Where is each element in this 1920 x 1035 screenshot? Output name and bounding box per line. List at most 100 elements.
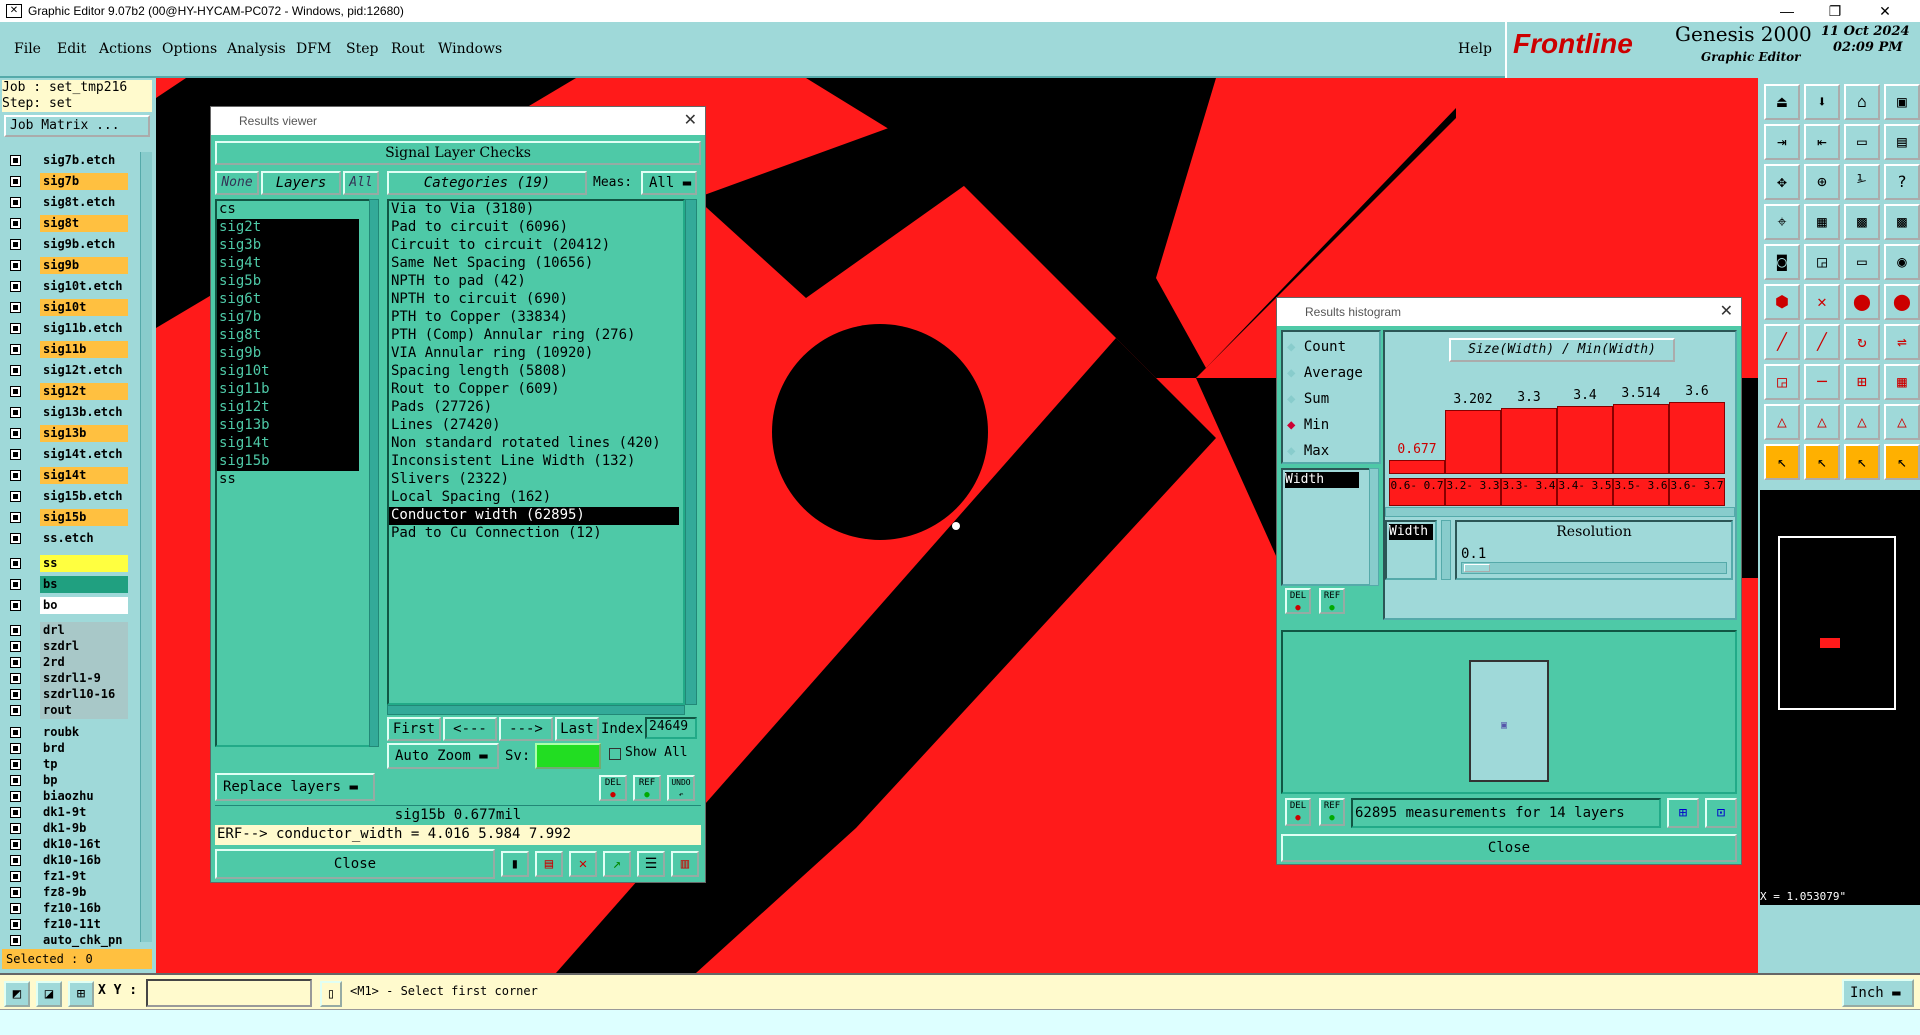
category-list-item[interactable]: Spacing length (5808) (389, 363, 679, 381)
layer-checkbox[interactable] (10, 302, 21, 313)
layer-checkbox[interactable] (10, 903, 21, 914)
preview-ref-button[interactable]: REF ● (1319, 798, 1345, 826)
layer-name[interactable]: bp (40, 772, 128, 789)
layer-row[interactable]: roubk (6, 724, 128, 741)
layer-row[interactable]: drl (6, 622, 128, 639)
layer-row[interactable]: sig8t.etch (6, 194, 128, 211)
layer-row[interactable]: dk1-9t (6, 804, 128, 821)
highlight-icon[interactable]: ▮ (501, 851, 529, 877)
layer-name[interactable]: dk10-16b (40, 852, 128, 869)
histogram-bar[interactable] (1501, 408, 1557, 474)
none-button[interactable]: None (215, 171, 259, 195)
layer-row[interactable]: auto_chk_pn (6, 932, 128, 949)
hist-ref-button[interactable]: REF ● (1319, 588, 1345, 614)
layer-checkbox[interactable] (10, 533, 21, 544)
category-list-item[interactable]: Non standard rotated lines (420) (389, 435, 679, 453)
histogram-bar[interactable] (1669, 402, 1725, 474)
layer-row[interactable]: dk10-16t (6, 836, 128, 853)
layer-list-scrollbar[interactable] (369, 199, 379, 747)
category-list-item[interactable]: PTH (Comp) Annular ring (276) (389, 327, 679, 345)
close-icon[interactable]: ✕ (1862, 0, 1908, 22)
layer-list-item[interactable]: sig15b (217, 453, 359, 471)
layer-row[interactable]: sig12t (6, 383, 128, 400)
tool-icon[interactable]: △ (1804, 404, 1840, 440)
category-list-item[interactable]: Inconsistent Line Width (132) (389, 453, 679, 471)
layer-checkbox[interactable] (10, 807, 21, 818)
layer-checkbox[interactable] (10, 727, 21, 738)
layer-name[interactable]: 2rd (40, 654, 128, 671)
tool-icon[interactable]: ◲ (1804, 244, 1840, 280)
tool-icon[interactable]: ▤ (1884, 124, 1920, 160)
layer-checkbox[interactable] (10, 887, 21, 898)
layer-name[interactable]: fz8-9b (40, 884, 128, 901)
layer-checkbox[interactable] (10, 512, 21, 523)
layer-row[interactable]: fz10-11t (6, 916, 128, 933)
bar-range-label[interactable]: 3.4- 3.5 (1557, 478, 1613, 506)
layer-checkbox[interactable] (10, 239, 21, 250)
layer-name[interactable]: sig11b (40, 341, 128, 358)
resolution-slider-thumb[interactable] (1464, 564, 1490, 572)
layer-row[interactable]: sig9b (6, 257, 128, 274)
layer-checkbox[interactable] (10, 449, 21, 460)
layer-name[interactable]: tp (40, 756, 128, 773)
layer-checkbox[interactable] (10, 705, 21, 716)
layer-name[interactable]: auto_chk_pn (40, 932, 128, 949)
layer-row[interactable]: tp (6, 756, 128, 773)
layer-row[interactable]: sig11b.etch (6, 320, 128, 337)
ref-button[interactable]: REF ● (633, 775, 661, 801)
resolution-slider[interactable] (1461, 562, 1727, 574)
tool-icon[interactable]: ⊞ (1844, 364, 1880, 400)
layer-checkbox[interactable] (10, 470, 21, 481)
layer-row[interactable]: sig10t (6, 299, 128, 316)
bar-range-label[interactable]: 0.6- 0.7 (1389, 478, 1445, 506)
category-list-item[interactable]: NPTH to circuit (690) (389, 291, 679, 309)
layer-name[interactable]: fz10-11t (40, 916, 128, 933)
tool-icon[interactable]: ⌖ (1764, 204, 1800, 240)
layer-checkbox[interactable] (10, 386, 21, 397)
layer-name[interactable]: sig10t (40, 299, 128, 316)
layer-row[interactable]: sig15b (6, 509, 128, 526)
layer-name[interactable]: sig8t.etch (40, 194, 128, 211)
histogram-bar[interactable] (1557, 406, 1613, 474)
tool-icon[interactable]: ⏏ (1764, 84, 1800, 120)
layer-list-item[interactable]: sig4t (217, 255, 359, 273)
layer-row[interactable]: sig11b (6, 341, 128, 358)
bar-range-label[interactable]: 3.6- 3.7 (1669, 478, 1725, 506)
layer-name[interactable]: sig13b.etch (40, 404, 128, 421)
layers-button[interactable]: Layers (261, 171, 341, 195)
histogram-bar[interactable] (1613, 403, 1669, 474)
tool-icon[interactable]: ◉ (1884, 244, 1920, 280)
bar-range-label[interactable]: 3.3- 3.4 (1501, 478, 1557, 506)
category-list-item[interactable]: Conductor width (62895) (389, 507, 679, 525)
tool-icon[interactable]: ⅟ (1844, 164, 1880, 200)
layer-list-item[interactable]: sig13b (217, 417, 359, 435)
category-list-item[interactable]: Pads (27726) (389, 399, 679, 417)
list-icon[interactable]: ☰ (637, 851, 665, 877)
mode-radio[interactable]: ◆ Min (1287, 414, 1329, 436)
tool-icon[interactable]: ↻ (1844, 324, 1880, 360)
tool-icon[interactable]: ✕ (1804, 284, 1840, 320)
layer-checkbox[interactable] (10, 775, 21, 786)
layer-name[interactable]: szdrl (40, 638, 128, 655)
tool-icon[interactable]: ↖ (1804, 444, 1840, 480)
layer-checkbox[interactable] (10, 919, 21, 930)
layer-row[interactable]: sig14t (6, 467, 128, 484)
field-item[interactable]: Width (1285, 472, 1359, 488)
layer-row[interactable]: bs (6, 576, 128, 593)
layer-name[interactable]: fz1-9t (40, 868, 128, 885)
layer-checkbox[interactable] (10, 260, 21, 271)
histogram-icon[interactable]: ▥ (671, 851, 699, 877)
tool-icon[interactable]: ▭ (1844, 244, 1880, 280)
layer-row[interactable]: fz8-9b (6, 884, 128, 901)
replace-layers-dropdown[interactable]: Replace layers ▬ (215, 773, 375, 801)
tool-icon[interactable]: ⇌ (1884, 324, 1920, 360)
index-input[interactable]: 24649 (645, 717, 697, 739)
units-dropdown[interactable]: Inch ▬ (1842, 979, 1914, 1007)
layer-name[interactable]: sig9b (40, 257, 128, 274)
layer-row[interactable]: sig7b (6, 173, 128, 190)
menu-step[interactable]: Step (346, 41, 378, 57)
last-button[interactable]: Last (555, 717, 599, 741)
category-list-scrollbar[interactable] (685, 199, 697, 705)
tool-icon[interactable]: △ (1844, 404, 1880, 440)
mode-radio[interactable]: ◆ Sum (1287, 388, 1329, 410)
